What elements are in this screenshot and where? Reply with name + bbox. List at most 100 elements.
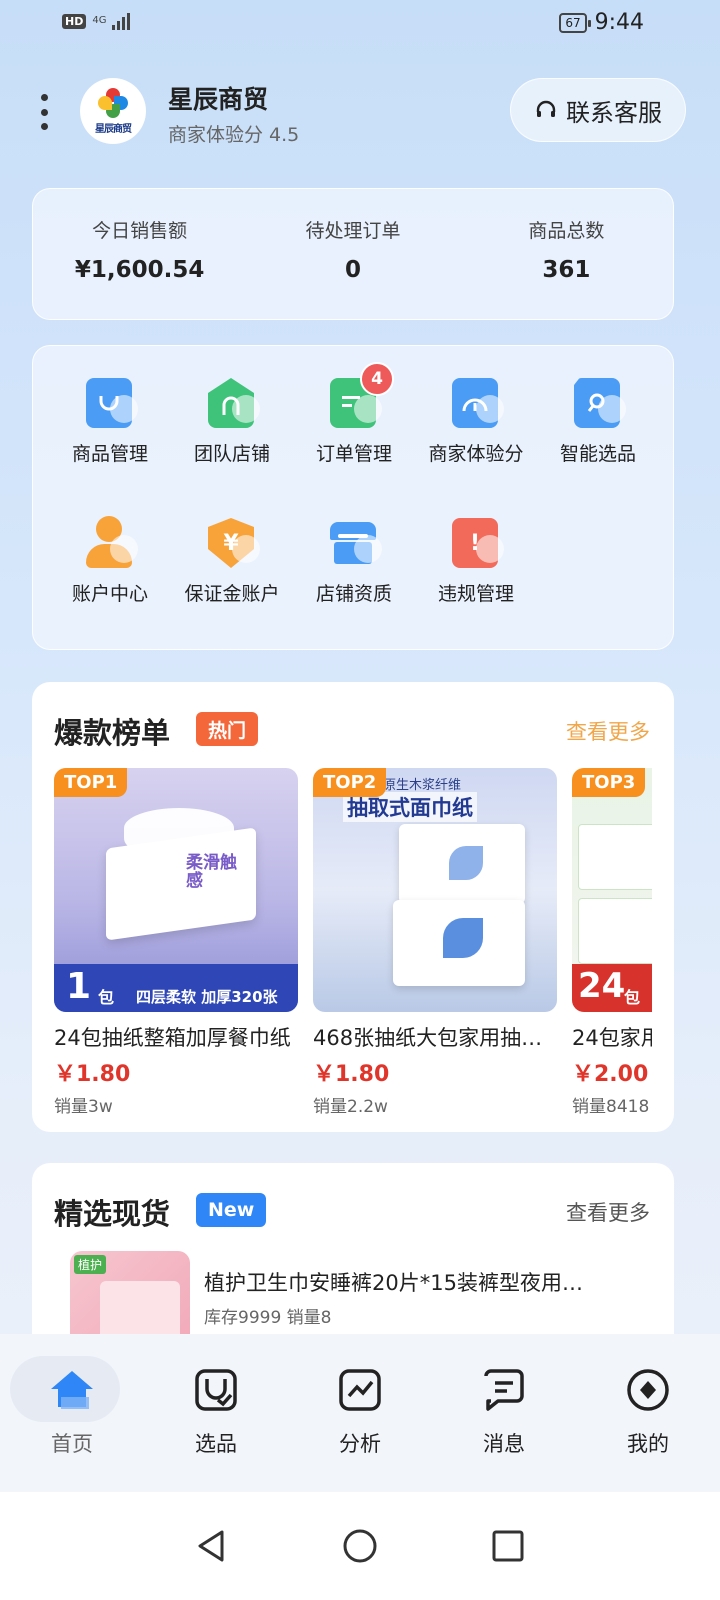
hot-list-card: 爆款榜单 热门 查看更多 柔滑触感 1 包 四层柔软 加厚320张 TOP1 2… [32, 682, 674, 1132]
logo-flower-icon [98, 87, 128, 118]
product-price: ￥1.80 [313, 1062, 390, 1087]
signal-icon [112, 12, 131, 30]
shortcut-label: 违规管理 [437, 583, 514, 605]
shop-name: 星辰商贸 [168, 85, 269, 114]
product-title: 24包家用抽纸 [572, 1026, 652, 1050]
analytics-icon [334, 1364, 386, 1416]
product-image-text: 包 [98, 988, 115, 1007]
tab-selection[interactable]: 选品 [144, 1334, 288, 1492]
tab-label: 我的 [627, 1432, 669, 1456]
yuan-shield-icon: ¥ [204, 516, 260, 568]
shortcut-deposit-account[interactable]: ¥ 保证金账户 [171, 486, 293, 606]
network-label: 4G [92, 15, 107, 26]
contact-support-button[interactable]: 联系客服 [510, 78, 686, 142]
home-icon [46, 1364, 98, 1416]
product-image-text: 四层柔软 加厚320张 [136, 988, 278, 1006]
hot-more-link[interactable]: 查看更多 [566, 716, 650, 746]
shop-header: 星辰商贸 星辰商贸 商家体验分 4.5 联系客服 [0, 70, 720, 150]
hd-indicator: HD [62, 13, 87, 29]
hot-tag: 热门 [196, 712, 259, 746]
rank-badge: TOP2 [313, 768, 387, 797]
shortcut-label: 智能选品 [559, 443, 636, 465]
order-doc-icon: 4 [326, 362, 394, 428]
rank-badge: TOP3 [572, 768, 646, 797]
contact-support-label: 联系客服 [566, 98, 662, 127]
back-icon[interactable] [194, 1528, 230, 1564]
tab-profile[interactable]: 我的 [576, 1334, 720, 1492]
product-image[interactable]: 原生木浆纤维 抽取式面巾纸 TOP2 [313, 768, 557, 1012]
shortcut-account-center[interactable]: 账户中心 [49, 486, 171, 606]
stat-pending-orders[interactable]: 待处理订单 0 [246, 189, 459, 319]
home-circle-icon[interactable] [342, 1528, 378, 1564]
recents-icon[interactable] [490, 1528, 526, 1564]
shortcut-product-management[interactable]: 商品管理 [49, 346, 171, 466]
product-card[interactable]: 柔滑触感 1 包 四层柔软 加厚320张 TOP1 24包抽纸整箱加厚餐巾纸 ￥… [54, 768, 298, 1117]
product-title: 24包抽纸整箱加厚餐巾纸 [54, 1026, 291, 1050]
shortcut-label: 商家体验分 [428, 443, 524, 465]
message-icon [478, 1364, 530, 1416]
logo-text: 星辰商贸 [95, 123, 132, 135]
featured-more-link[interactable]: 查看更多 [566, 1197, 650, 1227]
hot-product-list[interactable]: 柔滑触感 1 包 四层柔软 加厚320张 TOP1 24包抽纸整箱加厚餐巾纸 ￥… [54, 768, 652, 1118]
tab-label: 选品 [195, 1432, 237, 1456]
shop-avatar[interactable]: 星辰商贸 [80, 78, 146, 144]
shortcut-label: 保证金账户 [184, 583, 280, 605]
gauge-icon [448, 376, 504, 428]
profile-icon [622, 1364, 674, 1416]
product-image[interactable]: 24 包 TOP3 [572, 768, 652, 1012]
product-price: ￥2.00 [572, 1062, 649, 1087]
new-tag: New [196, 1193, 267, 1227]
shortcut-violation-management[interactable]: ! 违规管理 [415, 486, 537, 606]
tab-label: 消息 [483, 1432, 525, 1456]
product-image-text: 原生木浆纤维 [383, 778, 462, 793]
warning-icon: ! [448, 516, 504, 568]
clock: 9:44 [594, 10, 644, 35]
shortcut-store-credentials[interactable]: 店铺资质 [293, 486, 415, 606]
shortcut-order-management[interactable]: 4 订单管理 [293, 346, 415, 466]
stat-value: 361 [542, 256, 591, 283]
stats-card: 今日销售额 ¥1,600.54 待处理订单 0 商品总数 361 [32, 188, 674, 320]
store-credential-icon [326, 516, 382, 564]
shortcut-merchant-score[interactable]: 商家体验分 [415, 346, 537, 466]
headset-icon [536, 100, 556, 117]
stat-label: 商品总数 [528, 219, 605, 242]
product-image-text: 24 [578, 966, 626, 1006]
stat-product-count[interactable]: 商品总数 361 [460, 189, 673, 319]
tab-home[interactable]: 首页 [0, 1334, 144, 1492]
status-left: HD 4G [62, 12, 131, 30]
shortcut-smart-selection[interactable]: 智能选品 [537, 346, 659, 466]
shortcut-team-store[interactable]: 团队店铺 [171, 346, 293, 466]
shortcut-label: 团队店铺 [193, 443, 270, 465]
user-icon [82, 516, 138, 568]
order-count-badge: 4 [360, 362, 394, 396]
tab-analytics[interactable]: 分析 [288, 1334, 432, 1492]
product-sales: 销量8418 [572, 1097, 650, 1117]
stat-label: 待处理订单 [305, 219, 401, 242]
featured-title: 精选现货 [54, 1197, 171, 1231]
product-image[interactable]: 柔滑触感 1 包 四层柔软 加厚320张 TOP1 [54, 768, 298, 1012]
stat-value: ¥1,600.54 [74, 256, 205, 283]
tab-label: 分析 [339, 1432, 381, 1456]
featured-item-meta: 库存9999 销量8 [204, 1308, 332, 1328]
tab-messages[interactable]: 消息 [432, 1334, 576, 1492]
system-nav-bar [0, 1492, 720, 1600]
status-right: 67 9:44 [559, 10, 644, 35]
brand-label: 植护 [74, 1255, 107, 1274]
bottom-tab-bar: 首页 选品 分析 消息 我的 [0, 1334, 720, 1492]
product-image-text: 柔滑触感 [186, 853, 237, 891]
hot-list-title: 爆款榜单 [54, 716, 171, 750]
product-title: 468张抽纸大包家用抽纸巾 [313, 1026, 551, 1050]
featured-item-title[interactable]: 植护卫生巾安睡裤20片*15装裤型夜用… [204, 1267, 624, 1297]
select-bag-icon [190, 1364, 242, 1416]
battery-icon: 67 [559, 12, 591, 33]
stat-sales[interactable]: 今日销售额 ¥1,600.54 [33, 189, 246, 319]
shopping-bag-icon [82, 376, 138, 428]
product-sales: 销量2.2w [313, 1097, 388, 1117]
product-sales: 销量3w [54, 1097, 113, 1117]
product-card[interactable]: 24 包 TOP3 24包家用抽纸 ￥2.00 销量8418 [572, 768, 652, 1117]
more-menu-icon[interactable] [40, 94, 48, 130]
product-image-text: 1 [66, 966, 92, 1007]
product-card[interactable]: 原生木浆纤维 抽取式面巾纸 TOP2 468张抽纸大包家用抽纸巾 ￥1.80 销… [313, 768, 557, 1117]
shortcut-label: 商品管理 [71, 443, 148, 465]
product-price: ￥1.80 [54, 1062, 131, 1087]
